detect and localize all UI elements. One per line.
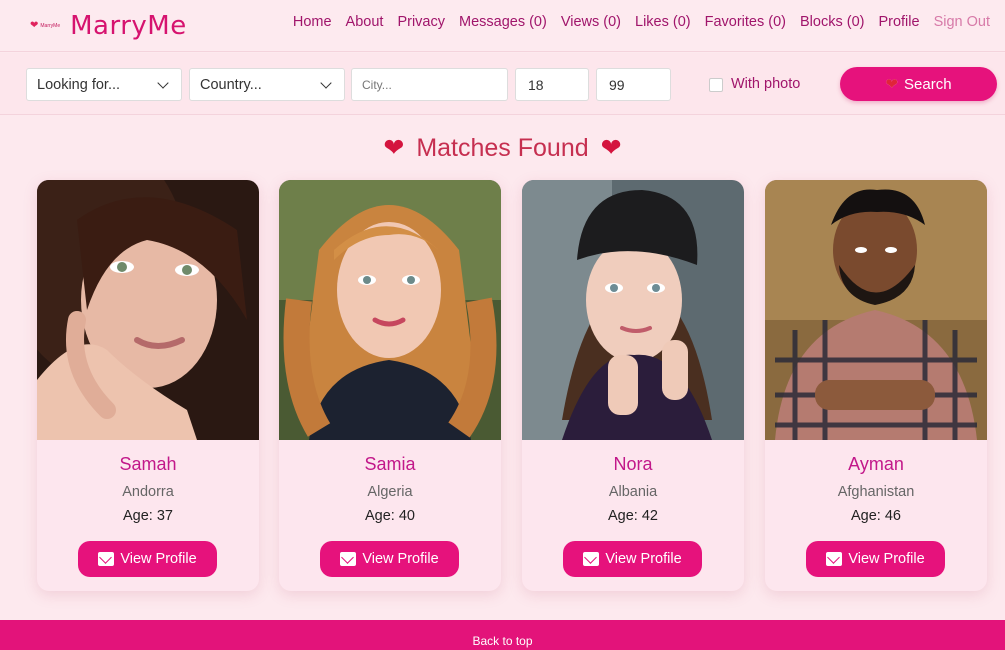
love-letter-icon <box>826 552 843 566</box>
profile-country: Albania <box>608 484 658 500</box>
with-photo-option[interactable]: With photo <box>709 76 800 92</box>
view-profile-button[interactable]: View Profile <box>806 541 945 577</box>
results-title-text: Matches Found <box>416 133 589 162</box>
view-profile-button[interactable]: View Profile <box>563 541 702 577</box>
sparkling-heart-icon: ❤ <box>383 134 405 162</box>
nav-privacy[interactable]: Privacy <box>397 14 445 30</box>
profile-photo-art <box>279 180 501 440</box>
view-profile-label: View Profile <box>605 551 682 567</box>
results-title: ❤ Matches Found ❤ <box>0 133 1005 163</box>
with-photo-checkbox[interactable] <box>709 78 723 92</box>
profile-card: Ayman Afghanistan Age: 46 View Profile <box>765 180 987 591</box>
search-button[interactable]: ❤ Search <box>840 67 997 101</box>
nav-likes[interactable]: Likes (0) <box>635 14 691 30</box>
chevron-down-icon <box>157 76 169 89</box>
heart-icon: ❤ <box>30 20 39 31</box>
profile-photo-art <box>522 180 744 440</box>
profile-photo[interactable] <box>279 180 501 440</box>
profile-age: Age: 40 <box>365 508 415 524</box>
nav-profile[interactable]: Profile <box>878 14 919 30</box>
love-letter-icon <box>340 552 357 566</box>
profile-photo-art <box>765 180 987 440</box>
sparkling-heart-icon: ❤ <box>600 134 622 162</box>
nav-sign-out[interactable]: Sign Out <box>934 14 990 30</box>
logo-mini: ❤ MarryMe <box>30 21 60 31</box>
looking-for-select[interactable]: Looking for... <box>26 68 182 101</box>
view-profile-button[interactable]: View Profile <box>320 541 459 577</box>
brand-name: MarryMe <box>70 11 187 41</box>
logo[interactable]: ❤ MarryMe MarryMe <box>30 8 187 44</box>
profile-photo[interactable] <box>765 180 987 440</box>
profile-card: Nora Albania Age: 42 View Profile <box>522 180 744 591</box>
profile-card: Samia Algeria Age: 40 View Profile <box>279 180 501 591</box>
profile-name[interactable]: Ayman <box>765 454 987 475</box>
age-max-value: 99 <box>609 76 625 93</box>
profile-age: Age: 42 <box>608 508 658 524</box>
country-value: Country... <box>200 76 262 93</box>
country-select[interactable]: Country... <box>189 68 345 101</box>
age-max-input[interactable]: 99 <box>596 68 671 101</box>
search-bar: Looking for... Country... City... 18 99 … <box>0 53 1005 115</box>
logo-mini-label: MarryMe <box>40 23 61 29</box>
love-letter-icon <box>583 552 600 566</box>
with-photo-label: With photo <box>731 76 801 92</box>
city-input[interactable]: City... <box>351 68 508 101</box>
profile-country: Algeria <box>367 484 413 500</box>
profile-country: Afghanistan <box>837 484 915 500</box>
footer: Back to top <box>0 620 1005 650</box>
looking-for-value: Looking for... <box>37 76 121 93</box>
profile-name[interactable]: Nora <box>522 454 744 475</box>
city-placeholder: City... <box>362 77 392 92</box>
age-min-input[interactable]: 18 <box>515 68 589 101</box>
view-profile-label: View Profile <box>120 551 197 567</box>
nav-blocks[interactable]: Blocks (0) <box>800 14 864 30</box>
profile-photo[interactable] <box>37 180 259 440</box>
profile-card: Samah Andorra Age: 37 View Profile <box>37 180 259 591</box>
profile-name[interactable]: Samah <box>37 454 259 475</box>
profile-age: Age: 37 <box>123 508 173 524</box>
view-profile-label: View Profile <box>848 551 925 567</box>
nav-messages[interactable]: Messages (0) <box>459 14 547 30</box>
profile-photo[interactable] <box>522 180 744 440</box>
search-button-label: Search <box>904 75 952 93</box>
back-to-top-link[interactable]: Back to top <box>472 634 532 648</box>
nav-views[interactable]: Views (0) <box>561 14 621 30</box>
view-profile-label: View Profile <box>362 551 439 567</box>
view-profile-button[interactable]: View Profile <box>78 541 217 577</box>
main-nav: Home About Privacy Messages (0) Views (0… <box>279 14 990 30</box>
profile-photo-art <box>37 180 259 440</box>
profile-age: Age: 46 <box>851 508 901 524</box>
nav-home[interactable]: Home <box>293 14 332 30</box>
site-header: ❤ MarryMe MarryMe Home About Privacy Mes… <box>0 0 1005 52</box>
profile-name[interactable]: Samia <box>279 454 501 475</box>
chevron-down-icon <box>320 76 332 89</box>
nav-about[interactable]: About <box>346 14 384 30</box>
nav-favorites[interactable]: Favorites (0) <box>705 14 786 30</box>
love-letter-icon <box>98 552 115 566</box>
heart-icon: ❤ <box>885 76 899 93</box>
profile-country: Andorra <box>122 484 174 500</box>
age-min-value: 18 <box>528 76 544 93</box>
